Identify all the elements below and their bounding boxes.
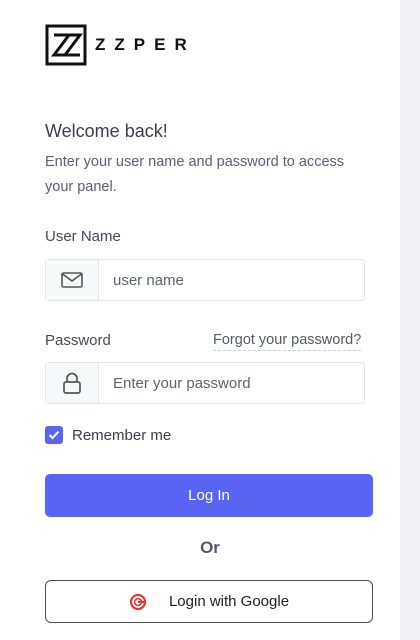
welcome-title: Welcome back! [45, 121, 168, 141]
username-input[interactable] [99, 260, 364, 300]
zzper-logo-icon [45, 24, 87, 66]
google-login-button[interactable]: Login with Google [45, 580, 373, 623]
remember-checkbox[interactable] [45, 426, 63, 444]
password-field [45, 362, 365, 404]
envelope-icon [46, 260, 99, 300]
brand-name: ZZPER [95, 35, 196, 54]
username-field [45, 259, 365, 301]
remember-me[interactable]: Remember me [45, 426, 171, 444]
forgot-password-link[interactable]: Forgot your password? [213, 332, 362, 351]
welcome-subtitle: Enter your user name and password to acc… [45, 154, 345, 195]
username-label: User Name [45, 228, 121, 245]
google-login-label: Login with Google [168, 593, 290, 610]
login-button[interactable]: Log In [45, 474, 373, 517]
login-card: ZZPER Welcome back! Enter your user name… [0, 0, 400, 640]
or-divider: Or [200, 538, 220, 557]
password-input[interactable] [99, 363, 364, 403]
brand-logo: ZZPER [45, 24, 196, 66]
password-label: Password [45, 332, 111, 349]
remember-label: Remember me [72, 426, 172, 444]
lock-icon [46, 363, 99, 403]
google-icon [129, 593, 147, 610]
